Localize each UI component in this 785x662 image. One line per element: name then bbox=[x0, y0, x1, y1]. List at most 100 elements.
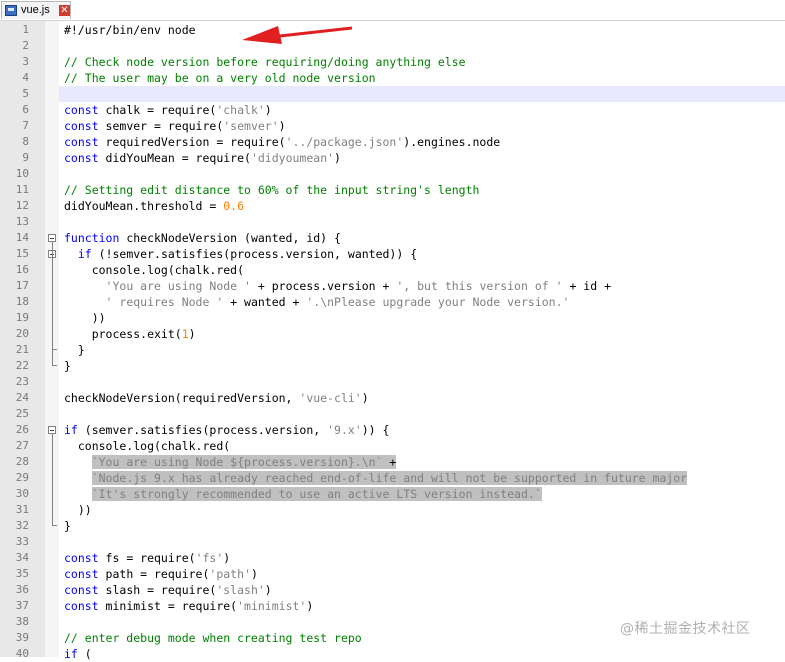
code-text: const didYouMean = require('didyoumean') bbox=[64, 150, 341, 166]
code-line[interactable]: 8 const requiredVersion = require('../pac… bbox=[0, 134, 785, 150]
code-line[interactable]: 27 console.log(chalk.red( bbox=[0, 438, 785, 454]
code-line[interactable]: 5 bbox=[0, 86, 785, 102]
code-line[interactable]: 9 const didYouMean = require('didyoumean'… bbox=[0, 150, 785, 166]
code-token: 'fs' bbox=[195, 551, 224, 565]
annotation-arrow bbox=[242, 26, 352, 44]
code-text: function checkNodeVersion (wanted, id) { bbox=[64, 230, 341, 246]
code-text: )) bbox=[64, 310, 106, 326]
code-token: (!semver.satisfies(process.version, want… bbox=[91, 247, 418, 261]
line-number: 1 bbox=[22, 23, 29, 36]
line-number: 34 bbox=[15, 551, 29, 564]
code-line[interactable]: 6 const chalk = require('chalk') bbox=[0, 102, 785, 118]
code-text: #!/usr/bin/env node bbox=[64, 22, 196, 38]
code-line[interactable]: 26 if (semver.satisfies(process.version, … bbox=[0, 422, 785, 438]
code-line[interactable]: 15 if (!semver.satisfies(process.version… bbox=[0, 246, 785, 262]
line-number: 4 bbox=[22, 71, 29, 84]
code-token: // Setting edit distance to 60% of the i… bbox=[64, 183, 480, 197]
code-line[interactable]: 13 bbox=[0, 214, 785, 230]
line-number: 26 bbox=[15, 423, 29, 436]
code-token: '9.x' bbox=[327, 423, 362, 437]
code-text: const chalk = require('chalk') bbox=[64, 102, 272, 118]
code-line[interactable]: 14 function checkNodeVersion (wanted, id)… bbox=[0, 230, 785, 246]
code-line[interactable]: 35 const path = require('path') bbox=[0, 566, 785, 582]
code-token: 'You are using Node ' bbox=[105, 279, 251, 293]
code-line[interactable]: 23 bbox=[0, 374, 785, 390]
code-token: const bbox=[64, 151, 99, 165]
line-number: 14 bbox=[15, 231, 29, 244]
line-number: 23 bbox=[15, 375, 29, 388]
code-line[interactable]: 16 console.log(chalk.red( bbox=[0, 262, 785, 278]
code-line[interactable]: 12 didYouMean.threshold = 0.6 bbox=[0, 198, 785, 214]
code-line[interactable]: 2 bbox=[0, 38, 785, 54]
code-text: const path = require('path') bbox=[64, 566, 258, 582]
code-token: function bbox=[64, 231, 120, 245]
line-number: 22 bbox=[15, 359, 29, 372]
code-text: process.exit(1) bbox=[64, 326, 196, 342]
code-token: // The user may be on a very old node ve… bbox=[64, 71, 376, 85]
code-token: } bbox=[64, 519, 71, 533]
code-text: // enter debug mode when creating test r… bbox=[64, 630, 362, 646]
code-token: + id + bbox=[562, 279, 611, 293]
code-line[interactable]: 18 ' requires Node ' + wanted + '.\nPlea… bbox=[0, 294, 785, 310]
code-token: 'didyoumean' bbox=[250, 151, 335, 165]
code-token: ', but this version of ' bbox=[396, 279, 563, 293]
code-line[interactable]: 22} bbox=[0, 358, 785, 374]
line-number: 25 bbox=[15, 407, 29, 420]
code-line[interactable]: 28 `You are using Node ${process.version… bbox=[0, 454, 785, 470]
code-line[interactable]: 40 if ( bbox=[0, 646, 785, 662]
code-line[interactable]: 30 `It's strongly recommended to use an … bbox=[0, 486, 785, 502]
code-line[interactable]: 24 checkNodeVersion(requiredVersion, 'vue… bbox=[0, 390, 785, 406]
close-icon[interactable]: ✕ bbox=[59, 5, 70, 16]
code-line[interactable]: 4 // The user may be on a very old node v… bbox=[0, 70, 785, 86]
code-text: // The user may be on a very old node ve… bbox=[64, 70, 376, 86]
line-number: 29 bbox=[15, 471, 29, 484]
code-text: checkNodeVersion(requiredVersion, 'vue-c… bbox=[64, 390, 369, 406]
code-line[interactable]: 11 // Setting edit distance to 60% of the… bbox=[0, 182, 785, 198]
code-token: `Node.js 9.x has already reached end-of-… bbox=[91, 471, 688, 485]
code-token: } bbox=[64, 343, 85, 357]
line-number: 40 bbox=[15, 647, 29, 660]
code-line[interactable]: 7 const semver = require('semver') bbox=[0, 118, 785, 134]
fold-end-marker bbox=[52, 518, 57, 526]
code-token: // Check node version before requiring/d… bbox=[64, 55, 466, 69]
code-line[interactable]: 20 process.exit(1) bbox=[0, 326, 785, 342]
code-line[interactable]: 32} bbox=[0, 518, 785, 534]
code-line[interactable]: 19 )) bbox=[0, 310, 785, 326]
code-line[interactable]: 37 const minimist = require('minimist') bbox=[0, 598, 785, 614]
watermark: @稀土掘金技术社区 bbox=[620, 621, 751, 637]
line-number: 38 bbox=[15, 615, 29, 628]
code-line[interactable]: 1 #!/usr/bin/env node bbox=[0, 22, 785, 38]
code-line[interactable]: 31 )) bbox=[0, 502, 785, 518]
code-token: + process.version + bbox=[250, 279, 397, 293]
code-line[interactable]: 17 'You are using Node ' + process.versi… bbox=[0, 278, 785, 294]
code-token: ) bbox=[264, 103, 272, 117]
line-number: 12 bbox=[15, 199, 29, 212]
code-line[interactable]: 3 // Check node version before requiring/… bbox=[0, 54, 785, 70]
tab-vue-js[interactable]: vue.js ✕ bbox=[1, 1, 71, 19]
line-number: 7 bbox=[22, 119, 29, 132]
code-editor[interactable]: 1 #!/usr/bin/env node 2 3// Check node vers… bbox=[0, 21, 785, 661]
code-token: 'minimist' bbox=[237, 599, 307, 613]
code-line[interactable]: 29 `Node.js 9.x has already reached end-… bbox=[0, 470, 785, 486]
code-text: )) bbox=[64, 502, 92, 518]
code-line[interactable]: 10 bbox=[0, 166, 785, 182]
code-token: ) bbox=[188, 327, 196, 341]
code-token: chalk = require( bbox=[98, 103, 217, 117]
code-token: 'vue-cli' bbox=[299, 391, 362, 405]
code-token: path = require( bbox=[98, 567, 210, 581]
code-text: ' requires Node ' + wanted + '.\nPlease … bbox=[64, 294, 570, 310]
fold-toggle-icon[interactable] bbox=[48, 234, 56, 242]
code-line[interactable]: 34 const fs = require('fs') bbox=[0, 550, 785, 566]
code-line[interactable]: 25 bbox=[0, 406, 785, 422]
code-line[interactable]: 21 } bbox=[0, 342, 785, 358]
code-line[interactable]: 36 const slash = require('slash') bbox=[0, 582, 785, 598]
code-token: if bbox=[64, 423, 78, 437]
code-token: ( bbox=[77, 647, 92, 661]
code-line[interactable]: 33 bbox=[0, 534, 785, 550]
code-text: 'You are using Node ' + process.version … bbox=[64, 278, 611, 294]
fold-toggle-icon[interactable] bbox=[48, 426, 56, 434]
fold-end-marker bbox=[52, 342, 57, 350]
code-token: slash = require( bbox=[98, 583, 217, 597]
